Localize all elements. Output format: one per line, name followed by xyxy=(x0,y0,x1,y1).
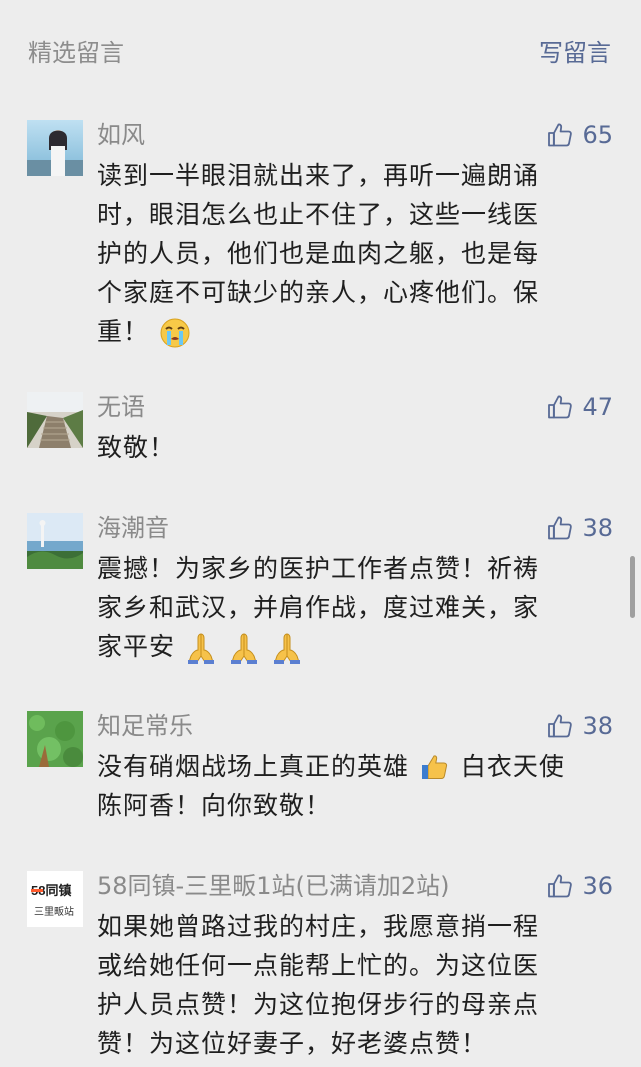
comment-text: 致敬！ xyxy=(97,428,597,467)
comment-line: 个家庭不可缺少的亲人，心疼他们。保 xyxy=(97,278,540,307)
like-button[interactable]: 38 xyxy=(546,513,613,543)
avatar[interactable] xyxy=(27,711,83,767)
thumbs-up-emoji-icon xyxy=(421,755,448,779)
comments-header: 精选留言 写留言 xyxy=(0,0,641,100)
like-button[interactable]: 38 xyxy=(546,711,613,741)
comment-line: 或给她任何一点能帮上忙的。为这位医 xyxy=(97,951,540,980)
like-count: 38 xyxy=(582,514,613,542)
pray-icon xyxy=(185,632,217,664)
comment-line: 没有硝烟战场上真正的英雄 白衣天使 xyxy=(97,747,597,786)
comment-line-text: 白衣天使 xyxy=(460,752,565,781)
thumbs-up-icon xyxy=(546,393,574,421)
comment-text: 读到一半眼泪就出来了，再听一遍朗诵 时，眼泪怎么也止不住了，这些一线医 护的人员… xyxy=(97,156,597,351)
comment-line: 赞！为这位好妻子，好老婆点赞！ xyxy=(97,1029,488,1058)
like-count: 38 xyxy=(582,712,613,740)
comment-line-text: 家平安 xyxy=(97,632,176,661)
thumbs-up-icon xyxy=(546,514,574,542)
comment-author[interactable]: 如风 xyxy=(97,120,145,150)
avatar[interactable] xyxy=(27,513,83,569)
comment-text: 没有硝烟战场上真正的英雄 白衣天使 陈阿香！向你致敬！ xyxy=(97,747,597,825)
pray-icon xyxy=(271,632,303,664)
avatar[interactable]: 58同镇 三里畈站 xyxy=(27,871,83,927)
like-button[interactable]: 65 xyxy=(546,120,613,150)
comment-text: 如果她曾路过我的村庄，我愿意捎一程 或给她任何一点能帮上忙的。为这位医 护人员点… xyxy=(97,907,597,1063)
comment-line: 震撼！为家乡的医护工作者点赞！祈祷 xyxy=(97,554,540,583)
comment-line: 如果她曾路过我的村庄，我愿意捎一程 xyxy=(97,912,540,941)
comment-author[interactable]: 知足常乐 xyxy=(97,711,193,741)
like-button[interactable]: 47 xyxy=(546,392,613,422)
comment-line: 护人员点赞！为这位抱伢步行的母亲点 xyxy=(97,990,540,1019)
selected-comments-title: 精选留言 xyxy=(28,39,124,67)
comment-text: 震撼！为家乡的医护工作者点赞！祈祷 家乡和武汉，并肩作战，度过难关，家 家平安 xyxy=(97,549,597,666)
write-comment-button[interactable]: 写留言 xyxy=(539,38,611,68)
comment-line: 护的人员，他们也是血肉之躯，也是每 xyxy=(97,239,540,268)
comment-line: 致敬！ xyxy=(97,433,176,462)
crying-face-icon xyxy=(160,318,190,348)
comment-line: 重！ xyxy=(97,312,597,351)
pray-icon xyxy=(228,632,260,664)
comment-line: 读到一半眼泪就出来了，再听一遍朗诵 xyxy=(97,161,540,190)
comment-line: 时，眼泪怎么也止不住了，这些一线医 xyxy=(97,200,540,229)
comment-line-text: 重！ xyxy=(97,317,150,346)
thumbs-up-icon xyxy=(546,121,574,149)
comment-line: 家乡和武汉，并肩作战，度过难关，家 xyxy=(97,593,540,622)
like-count: 65 xyxy=(582,121,613,149)
comment-author[interactable]: 58同镇-三里畈1站(已满请加2站) xyxy=(97,871,449,901)
comment-author[interactable]: 无语 xyxy=(97,392,145,422)
avatar-caption-text: 三里畈站 xyxy=(34,905,74,918)
scrollbar[interactable] xyxy=(630,556,635,618)
like-count: 36 xyxy=(582,872,613,900)
comment-line: 家平安 xyxy=(97,627,597,666)
comment-line: 陈阿香！向你致敬！ xyxy=(97,791,332,820)
like-count: 47 xyxy=(582,393,613,421)
thumbs-up-icon xyxy=(546,712,574,740)
avatar[interactable] xyxy=(27,120,83,176)
comment-author[interactable]: 海潮音 xyxy=(97,513,169,543)
thumbs-up-icon xyxy=(546,872,574,900)
like-button[interactable]: 36 xyxy=(546,871,613,901)
comment-line-text: 没有硝烟战场上真正的英雄 xyxy=(97,752,410,781)
avatar[interactable] xyxy=(27,392,83,448)
